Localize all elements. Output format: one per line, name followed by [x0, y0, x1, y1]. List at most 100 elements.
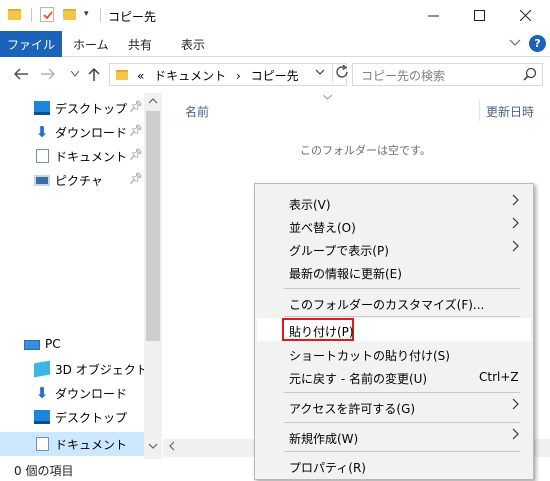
submenu-arrow-icon: [512, 217, 519, 233]
scroll-down-icon[interactable]: [148, 441, 158, 452]
checkmark-icon: [43, 11, 53, 20]
sidebar-item-label: ダウンロード: [55, 126, 128, 140]
tab-share[interactable]: 共有: [128, 31, 152, 57]
menu-item-undo-rename[interactable]: 元に戻す - 名前の変更(U) Ctrl+Z: [257, 365, 531, 388]
menu-item-view[interactable]: 表示(V): [257, 191, 531, 214]
close-icon: [519, 10, 531, 21]
menu-item-label: 元に戻す - 名前の変更(U): [289, 372, 428, 386]
menu-item-group-by[interactable]: グループで表示(P): [257, 237, 531, 260]
properties-quick-access-button[interactable]: [40, 7, 54, 22]
tab-file[interactable]: ファイル: [0, 31, 62, 57]
menu-item-sort-by[interactable]: 並べ替え(O): [257, 214, 531, 237]
menu-item-refresh[interactable]: 最新の情報に更新(E): [257, 260, 531, 283]
tab-home[interactable]: ホーム: [73, 31, 109, 57]
submenu-arrow-icon: [512, 428, 519, 444]
sidebar-item-label: デスクトップ: [55, 411, 128, 425]
sidebar-item-desktop[interactable]: デスクトップ 📌︎: [0, 96, 144, 120]
pin-icon[interactable]: 📌︎: [129, 172, 143, 185]
new-folder-quick-access-button[interactable]: [63, 9, 76, 20]
breadcrumb-separator-icon[interactable]: ›: [236, 69, 241, 83]
forward-arrow-icon[interactable]: [40, 67, 56, 85]
expand-ribbon-icon[interactable]: [509, 37, 521, 50]
menu-item-label: 新規作成(W): [289, 432, 359, 446]
search-icon[interactable]: [523, 67, 537, 84]
menu-separator: [284, 451, 520, 452]
folder-icon: [116, 70, 128, 80]
3d-objects-icon: [34, 360, 50, 378]
sidebar-item-pictures[interactable]: ピクチャ 📌︎: [0, 168, 144, 192]
breadcrumb: « ドキュメント › コピー先: [137, 67, 299, 84]
menu-item-customize-folder[interactable]: このフォルダーのカスタマイズ(F)...: [257, 291, 531, 314]
download-icon: ⬇: [35, 384, 49, 402]
sort-indicator-icon: [322, 93, 333, 103]
breadcrumb-overflow[interactable]: «: [137, 69, 144, 83]
navigation-pane: デスクトップ 📌︎ ⬇ ダウンロード 📌︎ ドキュメント 📌︎ ピクチャ 📌︎ …: [0, 93, 163, 459]
submenu-arrow-icon: [512, 240, 519, 256]
maximize-icon: [473, 10, 485, 21]
download-icon: ⬇: [35, 123, 49, 141]
quick-access-dropdown-icon[interactable]: ▾: [84, 9, 89, 19]
sidebar-item-desktop-pc[interactable]: デスクトップ: [0, 405, 144, 429]
sidebar-item-3d-objects[interactable]: 3D オブジェクト: [0, 357, 148, 381]
tab-view[interactable]: 表示: [181, 31, 205, 57]
minimize-button[interactable]: [410, 0, 456, 31]
scroll-left-icon[interactable]: [169, 441, 175, 454]
sidebar-item-downloads[interactable]: ⬇ ダウンロード 📌︎: [0, 120, 144, 144]
up-arrow-icon[interactable]: [88, 67, 100, 86]
maximize-button[interactable]: [456, 0, 502, 31]
menu-item-label: 表示(V): [289, 198, 331, 212]
menu-item-properties[interactable]: プロパティ(R): [257, 454, 531, 477]
sidebar-item-downloads-pc[interactable]: ⬇ ダウンロード: [0, 381, 144, 405]
toolbar-divider: [31, 8, 32, 22]
minimize-icon: [427, 15, 439, 17]
menu-item-label: このフォルダーのカスタマイズ(F)...: [289, 298, 485, 312]
navigation-scrollbar[interactable]: [144, 93, 162, 459]
address-history-dropdown-icon[interactable]: [315, 68, 325, 79]
desktop-icon: [34, 101, 50, 115]
scroll-up-icon[interactable]: [148, 96, 158, 107]
sidebar-item-pc[interactable]: PC: [0, 333, 144, 357]
menu-item-new[interactable]: 新規作成(W): [257, 425, 531, 448]
toolbar-divider: [100, 8, 101, 22]
submenu-arrow-icon: [512, 398, 519, 414]
close-button[interactable]: [502, 0, 548, 31]
menu-item-label: 貼り付け(P): [289, 325, 354, 339]
menu-item-shortcut: Ctrl+Z: [479, 370, 519, 384]
column-header-date-modified[interactable]: 更新日時: [486, 103, 534, 120]
sidebar-item-documents-pc[interactable]: ドキュメント: [0, 432, 144, 456]
menu-separator: [284, 288, 520, 289]
ribbon-tabs: ファイル ホーム 共有 表示 ?: [0, 31, 550, 57]
scrollbar-thumb[interactable]: [146, 111, 160, 341]
address-bar[interactable]: « ドキュメント › コピー先: [109, 63, 349, 86]
sidebar-item-label: ドキュメント: [55, 438, 128, 452]
breadcrumb-item-current[interactable]: コピー先: [251, 69, 299, 83]
sidebar-item-label: ドキュメント: [55, 150, 128, 164]
sidebar-item-label: PC: [45, 337, 61, 351]
title-bar: ▾ コピー先: [0, 0, 550, 31]
column-header-name[interactable]: 名前: [185, 103, 209, 120]
menu-separator: [284, 316, 520, 317]
desktop-icon: [34, 410, 50, 424]
back-arrow-icon[interactable]: [13, 67, 29, 85]
breadcrumb-item-documents[interactable]: ドキュメント: [154, 69, 226, 83]
menu-item-paste-shortcut[interactable]: ショートカットの貼り付け(S): [257, 342, 531, 365]
address-toolbar: « ドキュメント › コピー先 コピー先の検索: [0, 57, 550, 93]
document-icon: [36, 149, 49, 163]
menu-item-give-access[interactable]: アクセスを許可する(G): [257, 395, 531, 418]
empty-folder-message: このフォルダーは空です。: [300, 144, 431, 157]
pin-icon[interactable]: 📌︎: [129, 148, 143, 161]
pin-icon[interactable]: 📌︎: [129, 124, 143, 137]
sidebar-item-label: ダウンロード: [55, 387, 128, 401]
menu-item-paste[interactable]: 貼り付け(P): [257, 318, 531, 341]
sidebar-item-label: デスクトップ: [55, 102, 128, 116]
sidebar-item-documents[interactable]: ドキュメント 📌︎: [0, 144, 144, 168]
menu-item-label: プロパティ(R): [289, 461, 366, 475]
refresh-icon[interactable]: [332, 64, 349, 83]
pin-icon[interactable]: 📌︎: [129, 100, 143, 113]
pc-icon: [24, 340, 40, 350]
search-field[interactable]: コピー先の検索: [352, 63, 543, 86]
recent-locations-icon[interactable]: [70, 70, 80, 80]
column-divider[interactable]: [479, 99, 480, 121]
sidebar-item-label: ピクチャ: [55, 174, 103, 188]
help-icon[interactable]: ?: [529, 35, 546, 52]
